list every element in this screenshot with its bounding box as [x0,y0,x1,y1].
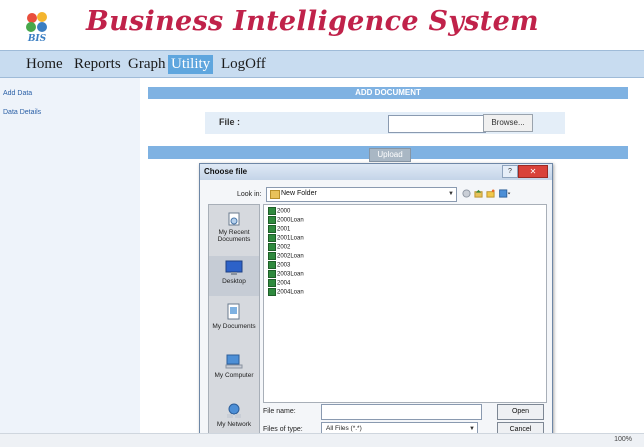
upload-button[interactable]: Upload [369,148,411,162]
list-item[interactable]: 2001 [268,225,290,233]
network-icon [227,403,241,418]
status-bar: 100% [0,433,644,447]
list-item[interactable]: 2000 [268,207,290,215]
place-desktop[interactable]: Desktop [209,256,259,296]
computer-icon [225,354,243,369]
logo-text: BIS [27,34,47,44]
spreadsheet-icon [268,216,276,224]
file-list: 2000 2000Loan 2001 2001Loan 2002 2002Loa… [263,204,547,403]
nav-graph[interactable]: Graph [125,55,169,74]
nav-reports[interactable]: Reports [71,55,124,74]
place-my-computer[interactable]: My Computer [209,354,259,379]
place-my-recent-documents[interactable]: My Recent Documents [209,211,259,243]
list-item[interactable]: 2002Loan [268,252,304,260]
spreadsheet-icon [268,288,276,296]
look-in-value: New Folder [281,190,317,197]
place-label: My Network [216,421,252,428]
dialog-title: Choose file [204,167,248,176]
zoom-level[interactable]: 100% [614,436,632,443]
desktop-icon [225,260,243,275]
up-folder-icon[interactable] [474,189,483,198]
spreadsheet-icon [268,261,276,269]
add-document-heading: ADD DOCUMENT [148,87,628,99]
nav-utility[interactable]: Utility [168,55,214,74]
list-item[interactable]: 2003 [268,261,290,269]
place-label: My Recent Documents [217,229,251,243]
list-item[interactable]: 2004 [268,279,290,287]
list-item[interactable]: 2003Loan [268,270,304,278]
spreadsheet-icon [268,279,276,287]
file-path-input[interactable] [388,115,486,133]
bis-logo-icon: BIS [26,12,47,44]
place-my-network[interactable]: My Network [209,403,259,428]
spreadsheet-icon [268,270,276,278]
files-of-type-label: Files of type: [263,426,303,433]
app-title: Business Intelligence System [86,6,539,37]
list-item[interactable]: 2000Loan [268,216,304,224]
dialog-titlebar: Choose file ? ✕ [200,164,552,180]
nav-logoff[interactable]: LogOff [218,55,269,74]
file-label: File : [219,117,241,127]
look-in-dropdown[interactable]: New Folder ▼ [266,187,457,202]
list-item[interactable]: 2002 [268,243,290,251]
look-in-label: Look in: [237,191,262,198]
view-menu-icon[interactable] [498,189,512,198]
app-header: BIS Business Intelligence System [0,0,644,50]
browse-button[interactable]: Browse... [483,114,533,132]
file-name-input[interactable] [321,404,482,420]
place-label: My Computer [214,372,254,379]
spreadsheet-icon [268,225,276,233]
files-of-type-value: All Files (*.*) [326,425,362,432]
place-my-documents[interactable]: My Documents [209,303,259,330]
list-item[interactable]: 2004Loan [268,288,304,296]
sidebar-item-add-data[interactable]: Add Data [3,90,32,97]
back-icon[interactable] [462,189,471,198]
spreadsheet-icon [268,234,276,242]
recent-documents-icon [228,212,240,226]
places-bar: My Recent Documents Desktop My Documents… [208,204,260,438]
help-button[interactable]: ? [502,165,518,178]
new-folder-icon[interactable] [486,189,495,198]
place-label: My Documents [212,323,256,330]
list-item[interactable]: 2001Loan [268,234,304,242]
file-name-label: File name: [263,408,296,415]
folder-icon [270,190,280,199]
spreadsheet-icon [268,252,276,260]
sidebar: Add Data Data Details [0,78,140,446]
chevron-down-icon: ▼ [469,426,475,432]
choose-file-dialog: Choose file ? ✕ Look in: New Folder ▼ My… [199,163,553,441]
nav-home[interactable]: Home [23,55,66,74]
main-nav: Home Reports Graph Utility LogOff [0,50,644,78]
documents-icon [227,303,240,320]
sidebar-item-data-details[interactable]: Data Details [3,109,41,116]
close-button[interactable]: ✕ [518,165,548,178]
place-label: Desktop [222,278,246,285]
open-button[interactable]: Open [497,404,544,420]
file-row: File : Browse... [205,112,565,134]
spreadsheet-icon [268,207,276,215]
spreadsheet-icon [268,243,276,251]
chevron-down-icon: ▼ [448,191,454,197]
